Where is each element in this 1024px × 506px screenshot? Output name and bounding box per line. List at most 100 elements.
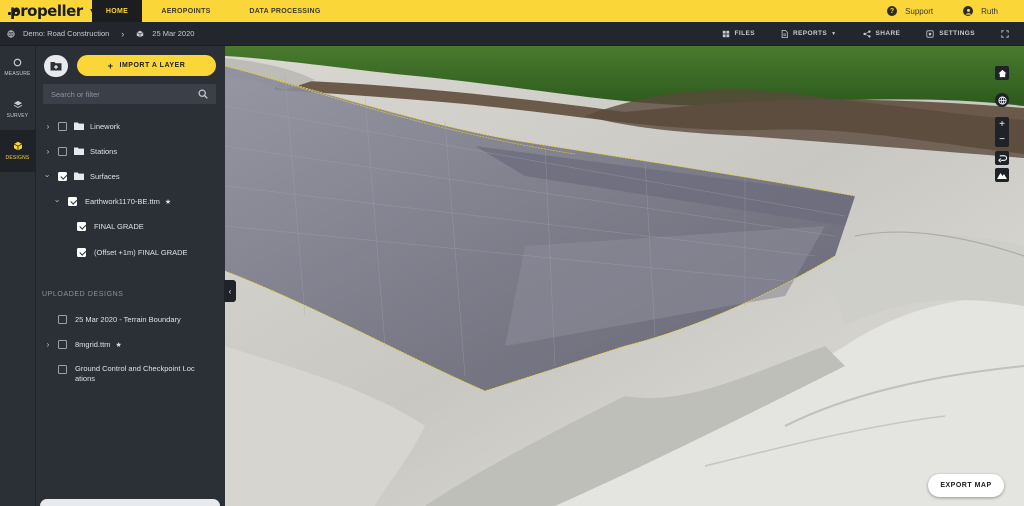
star-icon[interactable]: ★ [115, 342, 121, 349]
layer-label: Linework [90, 121, 121, 131]
tab-aeropoints[interactable]: AEROPOINTS [142, 0, 230, 22]
tab-data-processing[interactable]: DATA PROCESSING [230, 0, 340, 22]
layer-checkbox[interactable] [58, 171, 67, 181]
support-link[interactable]: ? Support [887, 6, 933, 16]
map-viewport[interactable] [225, 46, 1024, 506]
layer-label: Surfaces [90, 171, 120, 181]
expand-chevron-icon[interactable]: › [44, 147, 52, 156]
layers-icon [13, 100, 22, 108]
user-avatar-icon [963, 6, 974, 16]
rail-item-designs[interactable]: DESIGNS [0, 130, 35, 172]
layer-checkbox[interactable] [58, 314, 67, 324]
files-icon [722, 30, 729, 37]
search-icon[interactable] [198, 89, 208, 99]
zoom-controls: + − [995, 117, 1009, 147]
globe-icon [997, 95, 1007, 105]
project-name[interactable]: Demo: Road Construction [23, 29, 109, 38]
layer-label: 8mgrid.ttm [75, 339, 111, 349]
layer-row-terrain-boundary[interactable]: 25 Mar 2020 - Terrain Boundary [36, 311, 225, 327]
star-icon[interactable]: ★ [165, 199, 171, 206]
help-icon: ? [887, 6, 898, 16]
project-globe-icon [7, 29, 15, 38]
collapse-chevron-icon[interactable]: › [54, 197, 63, 205]
layer-checkbox[interactable] [68, 196, 77, 206]
reports-icon [781, 29, 788, 38]
rotate-view-button[interactable] [995, 151, 1009, 165]
layer-row-surfaces[interactable]: › Surfaces [36, 168, 225, 184]
plus-icon: + [999, 119, 1005, 130]
top-right-menu: ? Support Ruth [857, 0, 1024, 22]
layer-label: 25 Mar 2020 - Terrain Boundary [75, 314, 181, 324]
files-button[interactable]: FILES [722, 30, 755, 38]
collapse-panel-button[interactable]: ‹ [224, 280, 236, 302]
top-nav: HOME AEROPOINTS DATA PROCESSING [92, 0, 340, 22]
import-layer-button[interactable]: + IMPORT A LAYER [77, 55, 216, 76]
search-input[interactable] [51, 89, 191, 99]
project-bar: Demo: Road Construction › 25 Mar 2020 FI… [0, 22, 1024, 46]
folder-icon [74, 122, 84, 130]
project-actions: FILES REPORTS ▼ SHARE SETTINGS [696, 29, 1024, 38]
mountain-icon [997, 173, 1007, 179]
survey-date[interactable]: 25 Mar 2020 [152, 29, 194, 38]
layer-label-wrap: Ground Control and Checkpoint Loc ations [75, 364, 195, 384]
logo-text: propeller [10, 2, 83, 20]
tab-home[interactable]: HOME [92, 0, 142, 22]
search-box [43, 84, 216, 104]
layer-checkbox[interactable] [58, 365, 67, 374]
home-view-button[interactable] [995, 66, 1009, 80]
layer-checkbox[interactable] [77, 221, 86, 231]
breadcrumb-chevron-icon: › [121, 28, 125, 39]
layer-label-line2: ations [75, 374, 96, 383]
reports-button[interactable]: REPORTS ▼ [781, 29, 837, 38]
user-menu[interactable]: Ruth [963, 6, 998, 16]
layer-row-stations[interactable]: › Stations [36, 143, 225, 159]
layer-row-final-grade[interactable]: FINAL GRADE [36, 218, 225, 234]
expand-chevron-icon[interactable]: › [44, 340, 52, 349]
layer-label: Stations [90, 146, 118, 156]
zoom-in-button[interactable]: + [995, 117, 1009, 132]
panel-footer-pill[interactable] [40, 499, 220, 506]
layer-row-earthwork[interactable]: › Earthwork1170-BE.ttm ★ [36, 193, 225, 209]
share-icon [862, 29, 871, 38]
layer-row-8mgrid[interactable]: › 8mgrid.ttm ★ [36, 336, 225, 352]
import-layer-label: IMPORT A LAYER [119, 62, 186, 69]
folder-icon [74, 172, 84, 180]
map-3d-scene [225, 46, 1024, 506]
measure-icon [13, 58, 22, 66]
rail-label-measure: MEASURE [4, 70, 31, 77]
layer-checkbox[interactable] [58, 121, 67, 131]
export-map-button[interactable]: EXPORT MAP [928, 474, 1004, 497]
layer-label-wrap: Earthwork1170-BE.ttm ★ [85, 197, 171, 206]
layer-label-wrap: 8mgrid.ttm ★ [75, 340, 122, 349]
layer-row-linework[interactable]: › Linework [36, 118, 225, 134]
settings-button[interactable]: SETTINGS [926, 29, 975, 38]
collapse-chevron-icon[interactable]: › [44, 172, 53, 180]
share-button[interactable]: SHARE [862, 29, 901, 38]
new-folder-button[interactable] [44, 55, 68, 77]
zoom-out-button[interactable]: − [995, 132, 1009, 147]
new-folder-icon [50, 62, 62, 71]
chevron-left-icon: ‹ [228, 286, 232, 296]
layer-label-line1: Ground Control and Checkpoint Loc [75, 364, 195, 373]
rail-item-survey[interactable]: SURVEY [0, 88, 35, 130]
reports-label: REPORTS [792, 30, 828, 37]
terrain-view-button[interactable] [995, 168, 1009, 182]
settings-icon [926, 29, 934, 38]
layer-checkbox[interactable] [77, 247, 86, 257]
rail-item-measure[interactable]: MEASURE [0, 46, 35, 88]
fullscreen-button[interactable] [1001, 29, 1014, 38]
propeller-logo[interactable]: propeller ▼ [0, 0, 96, 22]
rotate-icon [997, 154, 1007, 162]
layer-row-offset-final-grade[interactable]: (Offset +1m) FINAL GRADE [36, 244, 225, 260]
layer-checkbox[interactable] [58, 339, 67, 349]
layer-checkbox[interactable] [58, 146, 67, 156]
reports-dropdown-icon: ▼ [831, 30, 837, 37]
rail-label-designs: DESIGNS [5, 155, 30, 161]
globe-view-button[interactable] [995, 93, 1009, 107]
layer-label: Earthwork1170-BE.ttm [85, 196, 160, 206]
layer-label: FINAL GRADE [94, 221, 144, 231]
breadcrumb: Demo: Road Construction › 25 Mar 2020 [0, 29, 194, 39]
expand-chevron-icon[interactable]: › [44, 122, 52, 131]
layer-row-ground-control[interactable]: Ground Control and Checkpoint Loc ations [36, 362, 225, 383]
support-label: Support [905, 6, 934, 16]
